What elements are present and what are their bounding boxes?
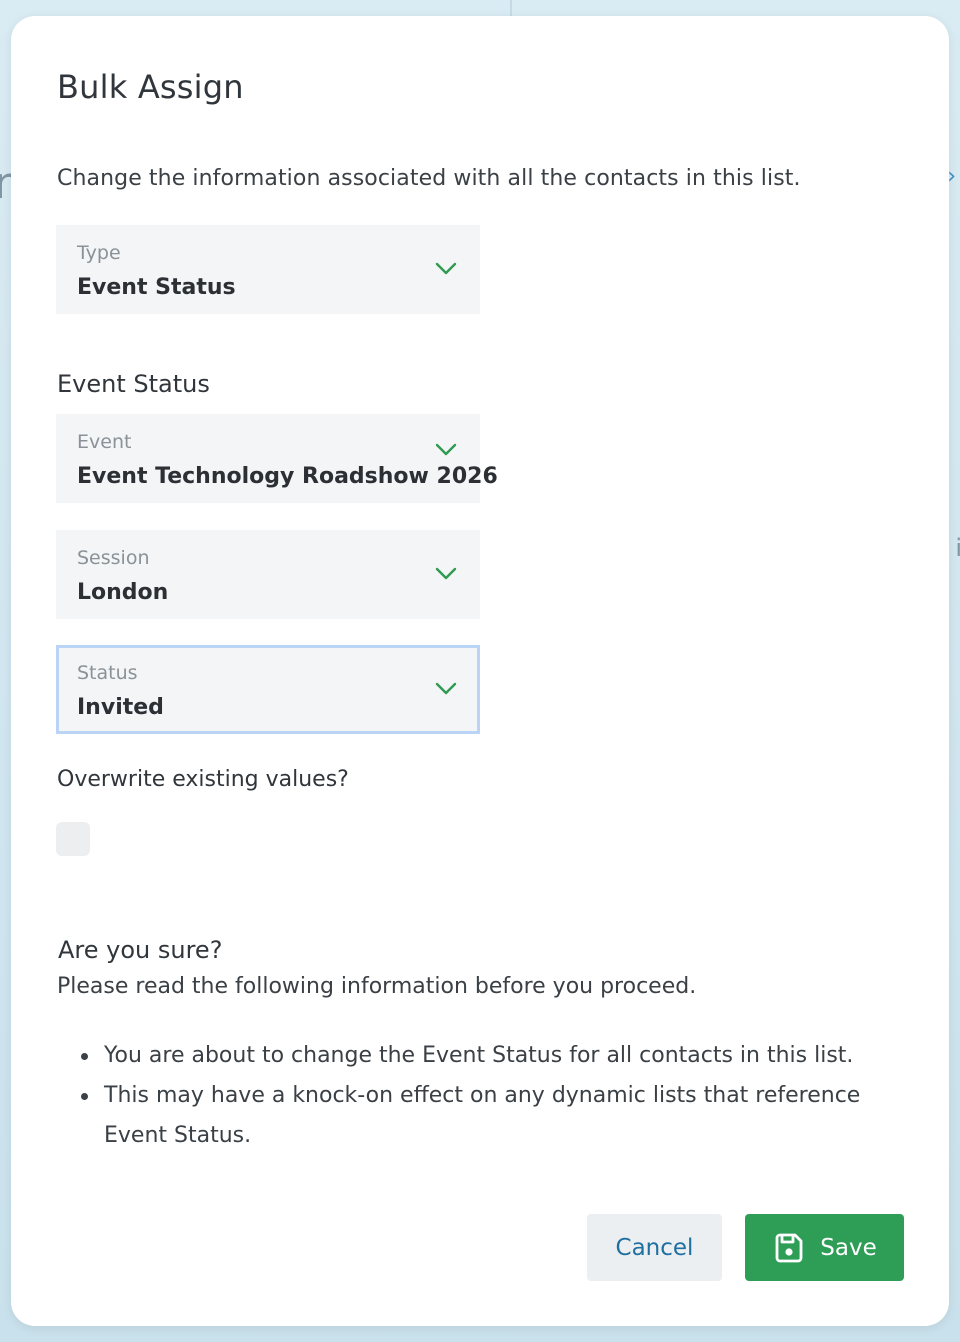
type-select[interactable]: Type Event Status: [56, 225, 480, 314]
session-select-label: Session: [77, 547, 150, 569]
chevron-down-icon: [435, 262, 457, 275]
dialog-intro: Change the information associated with a…: [57, 166, 801, 191]
overwrite-checkbox[interactable]: [56, 822, 90, 856]
type-select-label: Type: [77, 242, 121, 264]
event-select[interactable]: Event Event Technology Roadshow 2026: [56, 414, 498, 503]
cancel-button[interactable]: Cancel: [587, 1214, 722, 1281]
confirm-subtitle: Please read the following information be…: [57, 974, 697, 999]
cancel-button-label: Cancel: [615, 1234, 694, 1261]
backdrop-text-fragment: i: [955, 534, 960, 562]
confirm-bullet-list: You are about to change the Event Status…: [81, 1036, 921, 1156]
status-select-value: Invited: [77, 695, 164, 720]
type-select-value: Event Status: [77, 275, 236, 300]
session-select-value: London: [77, 580, 169, 605]
session-select[interactable]: Session London: [56, 530, 480, 619]
overwrite-label: Overwrite existing values?: [57, 767, 349, 792]
dialog-title: Bulk Assign: [57, 68, 244, 106]
save-button-label: Save: [820, 1234, 877, 1261]
chevron-down-icon: [435, 567, 457, 580]
event-status-section-label: Event Status: [57, 370, 210, 398]
event-select-value: Event Technology Roadshow 2026: [77, 464, 498, 489]
chevron-down-icon: [435, 443, 457, 456]
chevron-down-icon: [435, 682, 457, 695]
status-select-label: Status: [77, 662, 138, 684]
list-item: You are about to change the Event Status…: [81, 1036, 921, 1076]
confirm-title: Are you sure?: [58, 936, 223, 964]
list-item: This may have a knock-on effect on any d…: [81, 1076, 921, 1156]
status-select[interactable]: Status Invited: [56, 645, 480, 734]
bulk-assign-dialog: Bulk Assign Change the information assoc…: [11, 16, 949, 1326]
save-button[interactable]: Save: [745, 1214, 904, 1281]
event-select-label: Event: [77, 431, 132, 453]
floppy-disk-icon: [775, 1233, 803, 1262]
